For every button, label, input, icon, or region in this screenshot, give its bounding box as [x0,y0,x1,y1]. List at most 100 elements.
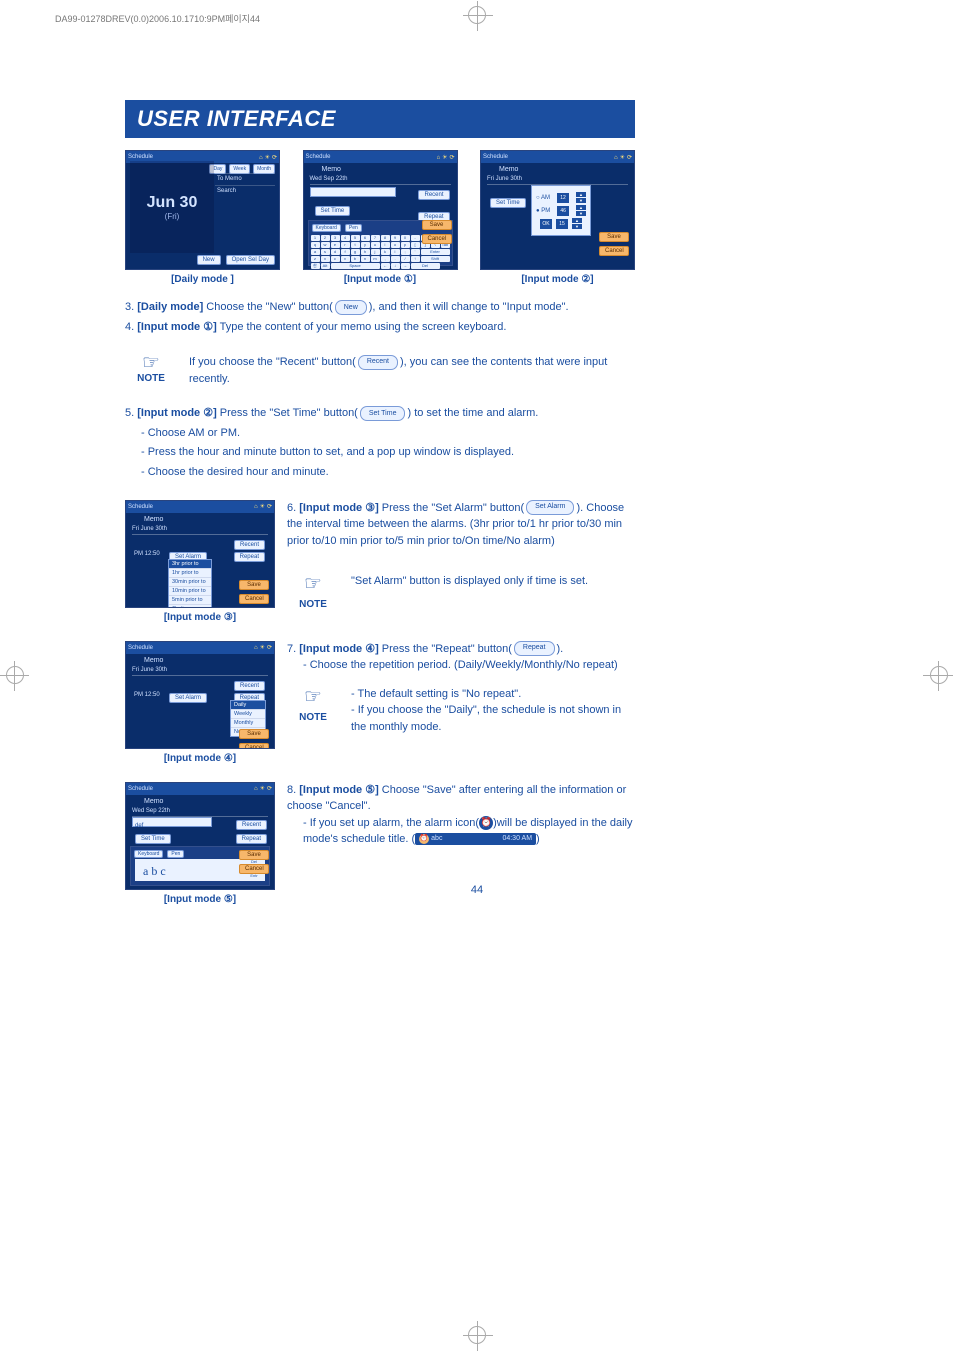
screenshot-input-3: Schedule ⌂☀⟳ Memo Fri June 30th Recent P… [125,500,275,608]
set-time-button[interactable]: Set Time [315,206,351,216]
set-time-button[interactable]: Set Time [135,834,171,844]
memo-date: Fri June 30th [132,667,268,676]
cancel-button[interactable]: Cancel [599,246,629,256]
status-icons: ⌂☀⟳ [252,785,272,792]
caption-input-4: [Input mode ④] [125,753,275,764]
caption-daily: [Daily mode ] [171,274,234,285]
instruction-5-sub3: - Choose the desired hour and minute. [125,464,635,482]
set-alarm-button-inline: Set Alarm [526,500,574,515]
window-title: Schedule [128,786,153,792]
save-button[interactable]: Save [239,580,269,590]
note-label: ☞ NOTE [125,350,177,384]
save-button[interactable]: Save [239,729,269,739]
crop-mark-icon [6,666,24,684]
ok-button[interactable]: OK [540,219,552,229]
list-item[interactable]: 1hr prior to [169,569,211,578]
note-3-text: - The default setting is "No repeat". - … [351,682,635,736]
window-title: Schedule [128,154,153,160]
kb-tab-keyboard[interactable]: Keyboard [312,224,341,232]
note-label: ☞ NOTE [287,569,339,612]
label-search: Search [215,185,275,194]
schedule-title-sample: ⏰abc04:30 AM [415,833,536,846]
memo-title: Memo [144,798,163,805]
hour-value[interactable]: 12 [557,193,569,203]
memo-text-input[interactable] [310,187,396,197]
instruction-7: 7. [Input mode ④] Press the "Repeat" but… [287,641,635,658]
status-icons: ⌂☀⟳ [434,154,454,161]
hand-point-icon: ☞ [125,350,177,375]
list-item[interactable]: Daily [231,701,265,710]
save-button[interactable]: Save [599,232,629,242]
cancel-button[interactable]: Cancel [422,234,452,244]
list-item[interactable]: Weekly [231,710,265,719]
cancel-button[interactable]: Cancel [239,743,269,749]
calendar-panel: Jun 30 (Fri) [130,161,214,253]
list-item[interactable]: Monthly [231,719,265,728]
instruction-8: 8. [Input mode ⑤] Choose "Save" after en… [287,782,635,815]
minute-alt[interactable]: 15 [556,219,568,229]
page-meta: DA99-01278DREV(0.0)2006.10.1710:9PM페이지44 [55,12,260,25]
list-item[interactable]: 3hr prior to [169,560,211,569]
status-icons: ⌂☀⟳ [252,644,272,651]
set-time-button[interactable]: Set Time [490,198,526,208]
instruction-5-sub1: - Choose AM or PM. [125,425,635,443]
memo-date: Wed Sep 22th [132,808,268,817]
calendar-date: Jun 30 [147,194,198,212]
instruction-8-sub: - If you set up alarm, the alarm icon(⏰)… [287,815,635,848]
list-item[interactable]: On time [169,605,211,608]
save-button[interactable]: Save [422,220,452,230]
recent-button[interactable]: Recent [418,190,449,200]
instruction-5-sub2: - Press the hour and minute button to se… [125,444,635,462]
repeat-button-inline: Repeat [514,641,555,656]
screenshot-input-5: Schedule ⌂☀⟳ Memo Wed Sep 22th def Recen… [125,782,275,890]
memo-date: Fri June 30th [487,176,628,185]
new-button-inline: New [335,300,367,315]
caption-input-3: [Input mode ③] [125,612,275,623]
memo-title: Memo [499,166,518,173]
window-title: Schedule [128,504,153,510]
hand-point-icon: ☞ [287,569,339,599]
window-title: Schedule [306,154,331,160]
caption-input-1: [Input mode ①] [344,274,416,285]
repeat-button[interactable]: Repeat [236,834,267,844]
alarm-icon: ⏰ [419,834,429,844]
list-item[interactable]: 5min prior to [169,596,211,605]
repeat-button[interactable]: Repeat [234,552,265,562]
screenshot-input-1: Schedule ⌂☀⟳ Memo Wed Sep 22th Recent Re… [303,150,458,270]
cancel-button[interactable]: Cancel [239,864,269,874]
label-to-memo: To Memo [215,173,275,182]
note-2-text: "Set Alarm" button is displayed only if … [351,569,635,590]
list-item[interactable]: 10min prior to [169,587,211,596]
status-icons: ⌂☀⟳ [612,154,632,161]
time-picker[interactable]: ○ AM 12 ▲▼ ● PM 46 ▲▼ OK 15 ▲▼ [531,185,591,236]
section-title: USER INTERFACE [125,100,635,138]
open-sel-day-button[interactable]: Open Sel Day [226,255,275,265]
memo-date: Fri June 30th [132,526,268,535]
status-icons: ⌂☀⟳ [257,154,277,161]
caption-input-2: [Input mode ②] [521,274,593,285]
time-value: PM 12:50 [134,692,160,698]
instruction-5: 5. [Input mode ②] Press the "Set Time" b… [125,405,635,423]
window-title: Schedule [483,154,508,160]
am-label[interactable]: AM [541,195,550,201]
alarm-interval-dropdown[interactable]: 3hr prior to 1hr prior to 30min prior to… [168,559,212,608]
memo-title: Memo [144,516,163,523]
recent-button[interactable]: Recent [236,820,267,830]
minute-value[interactable]: 46 [557,206,569,216]
new-button[interactable]: New [197,255,221,265]
set-alarm-button[interactable]: Set Alarm [169,693,207,703]
page-number: 44 [0,884,954,896]
pm-label[interactable]: PM [541,208,550,214]
recent-button-inline: Recent [358,355,398,370]
save-button[interactable]: Save [239,850,269,860]
screenshot-input-2: Schedule ⌂☀⟳ Memo Fri June 30th Set Time… [480,150,635,270]
kb-tab-pen[interactable]: Pen [167,850,184,858]
alarm-icon: ⏰ [479,816,493,830]
cancel-button[interactable]: Cancel [239,594,269,604]
kb-tab-pen[interactable]: Pen [345,224,362,232]
memo-text-input[interactable]: def [132,817,212,827]
list-item[interactable]: 30min prior to [169,578,211,587]
kb-tab-keyboard[interactable]: Keyboard [134,850,163,858]
set-time-button-inline: Set Time [360,406,406,421]
instruction-3: 3. [Daily mode] Choose the "New" button(… [125,299,635,317]
